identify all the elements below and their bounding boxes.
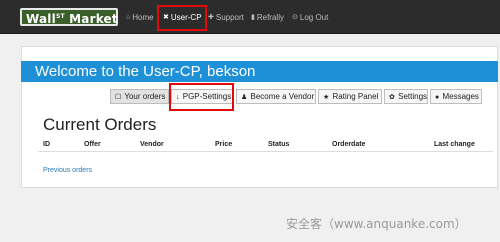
- tab-settings[interactable]: ✿ Settings: [384, 89, 428, 104]
- column-header-offer: Offer: [84, 141, 101, 148]
- nav-refrally-link[interactable]: ▮ Refrally: [251, 0, 284, 34]
- column-header-last-change: Last change: [434, 141, 475, 148]
- nav-home-link[interactable]: ⌂ Home: [126, 0, 154, 34]
- top-navbar: WallST Market ⌂ Home ✖ User-CP ✚ Support…: [0, 0, 500, 34]
- nav-home-label: Home: [132, 12, 154, 22]
- tab-your-orders[interactable]: ☐ Your orders: [110, 89, 169, 104]
- nav-support-label: Support: [215, 12, 244, 22]
- cart-icon: ☐: [115, 94, 122, 101]
- column-header-vendor: Vendor: [140, 141, 164, 148]
- column-header-status: Status: [268, 141, 290, 148]
- nav-logout-label: Log Out: [299, 12, 329, 22]
- column-header-orderdate: Orderdate: [332, 141, 366, 148]
- highlight-box-user-cp: [157, 5, 207, 31]
- user-icon: ♟: [241, 94, 248, 101]
- nav-logout-link[interactable]: ⊙ Log Out: [292, 0, 328, 34]
- highlight-box-pgp-settings: [169, 83, 234, 111]
- current-orders-heading: Current Orders: [43, 115, 157, 134]
- tab-label: Messages: [442, 92, 479, 101]
- brand-name: Wall: [26, 12, 56, 26]
- tab-label: Rating Panel: [332, 92, 379, 101]
- column-header-price: Price: [215, 141, 233, 148]
- message-icon: ●: [435, 94, 440, 101]
- gear-icon: ✿: [389, 94, 395, 101]
- tab-label: Settings: [398, 92, 428, 101]
- trash-icon: ▮: [251, 14, 255, 21]
- brand-tail: Market: [64, 12, 118, 26]
- tab-messages[interactable]: ● Messages: [430, 89, 482, 104]
- nav-support-link[interactable]: ✚ Support: [208, 0, 244, 34]
- column-header-id: ID: [43, 141, 50, 148]
- home-icon: ⌂: [126, 13, 131, 21]
- table-divider: [38, 151, 493, 152]
- nav-refrally-label: Refrally: [256, 12, 284, 22]
- watermark-text: 安全客（www.anquanke.com）: [286, 217, 467, 231]
- tab-label: Your orders: [124, 92, 166, 101]
- welcome-banner: Welcome to the User-CP, bekson: [21, 61, 498, 82]
- support-icon: ✚: [208, 14, 214, 21]
- logout-icon: ⊙: [292, 14, 298, 21]
- star-icon: ★: [323, 94, 330, 101]
- tab-become-vendor[interactable]: ♟ Become a Vendor: [236, 89, 316, 104]
- previous-orders-link[interactable]: Previous orders: [43, 167, 92, 174]
- brand-sup: ST: [55, 13, 65, 20]
- tab-rating-panel[interactable]: ★ Rating Panel: [318, 89, 382, 104]
- site-logo[interactable]: WallST Market: [20, 8, 118, 26]
- tab-label: Become a Vendor: [250, 92, 315, 101]
